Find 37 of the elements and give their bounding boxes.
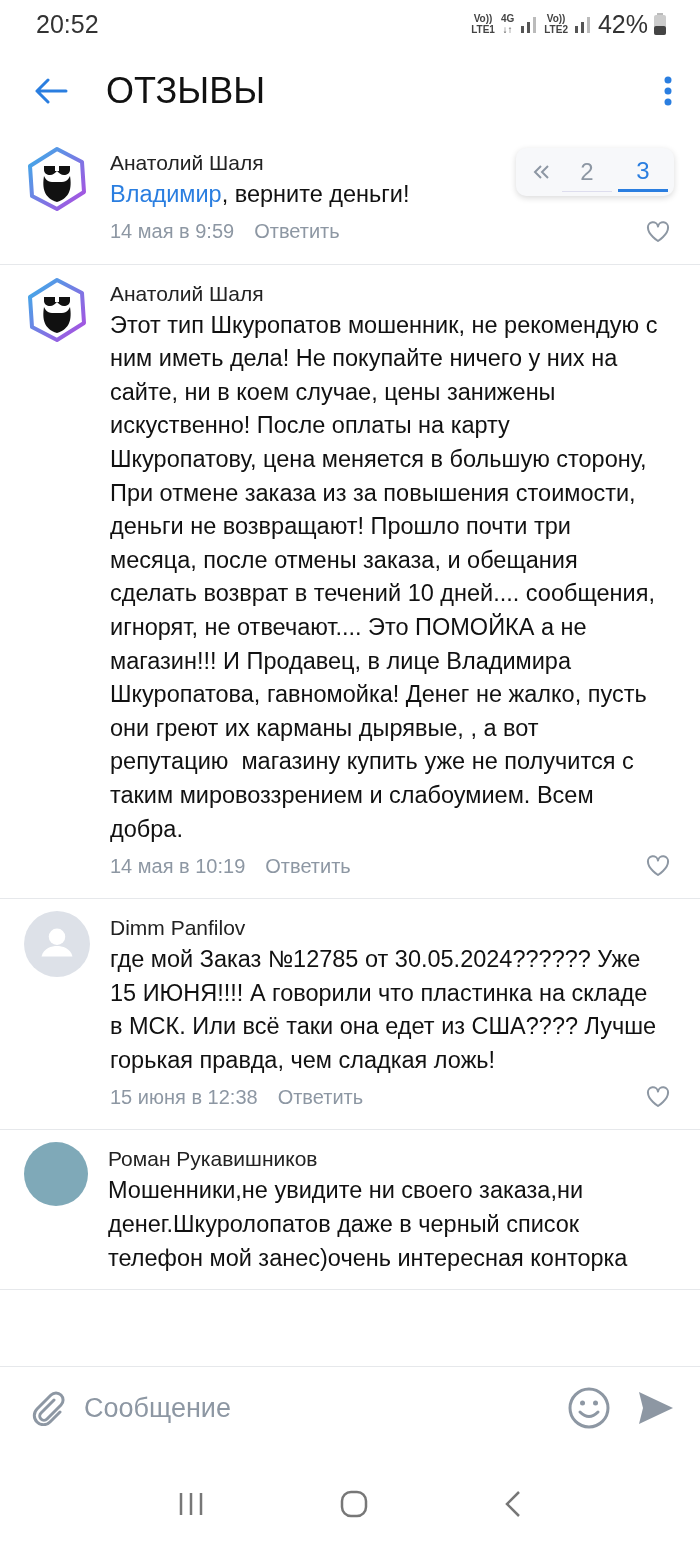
signal-icon (520, 15, 539, 33)
page-tab[interactable]: 3 (618, 152, 668, 192)
status-time: 20:52 (36, 9, 99, 39)
comment-date: 14 мая в 9:59 (110, 220, 235, 244)
reply-button[interactable]: Ответить (254, 220, 340, 244)
comment-date: 15 июня в 12:38 (110, 1085, 258, 1109)
reply-button[interactable]: Ответить (277, 1085, 364, 1109)
emoji-icon[interactable] (568, 1387, 610, 1429)
home-icon[interactable] (340, 1490, 368, 1518)
like-heart-icon[interactable] (646, 220, 670, 243)
signal-icon (573, 15, 592, 33)
comment-text: где мой Заказ №12785 от 30.05.2024?????? Уже 15 ИЮНЯ!!!! А говорили что пластинка на складе в МСК. Или всё таки она едет из США???? Лучше горькая правда, чем сладкая ложь! (110, 945, 658, 1075)
comment-author: Роман Рукавишников (108, 1146, 318, 1173)
battery-percent: 42% (597, 9, 648, 39)
battery-icon (654, 13, 666, 35)
comment-author: Анатолий Шаля (110, 150, 264, 176)
back-nav-icon[interactable] (504, 1490, 522, 1518)
double-chevron-left-icon (533, 165, 549, 179)
network-label: 4G ↓↑ (500, 13, 515, 35)
paperclip-icon[interactable] (30, 1390, 66, 1426)
page-title: ОТЗЫВЫ (106, 70, 267, 112)
message-input[interactable]: Сообщение (82, 1391, 552, 1425)
user-placeholder-avatar (24, 911, 90, 978)
like-heart-icon[interactable] (646, 855, 670, 878)
like-heart-icon[interactable] (646, 1086, 670, 1109)
comment-date: 14 мая в 10:19 (110, 854, 246, 878)
mention-link[interactable]: Владимир (110, 181, 222, 207)
page-tab[interactable]: 2 (562, 152, 612, 192)
recent-apps-icon[interactable] (178, 1492, 204, 1516)
comment-text: Мошенники,не увидите ни своего заказа,ни денег.Шкуролопатов даже в черный список телефон мой занес)очень интересная конторка (108, 1176, 629, 1273)
comment-author: Анатолий Шаля (110, 280, 264, 307)
reply-button[interactable]: Ответить (265, 854, 351, 878)
send-icon[interactable] (638, 1391, 674, 1425)
comment-author: Dimm Panfilov (110, 915, 246, 942)
comment-text: Этот тип Шкуропатов мошенник, не рекомендую с ним иметь дела! Не покупайте ничего у них на сайте, ни в коем случае, цены занижены искуственно! После оплаты на карту Шкуропатову, цена меняется в большую сторону, При отмене заказа из за повышения стоимости, деньги не возвращают! Прошло почти три месяца, после отмены заказа, и обещания сделать возврат в течений 10 дней.... сообщения, игнорят, не отвечают.... Это ПОМОЙКА а не магазин!!! И Продавец, в лице Владимира Шкуропатова, гавномойка! Денег не жалко, пусть они греют их карманы дырявые, , а вот репутацию магазину купить уже не получится с таким мировоззрением и слабоумием. Всем добра. (110, 310, 659, 844)
sim-label: Vo)) LTE1 (471, 13, 495, 35)
sim-label: Vo)) LTE2 (544, 13, 568, 35)
